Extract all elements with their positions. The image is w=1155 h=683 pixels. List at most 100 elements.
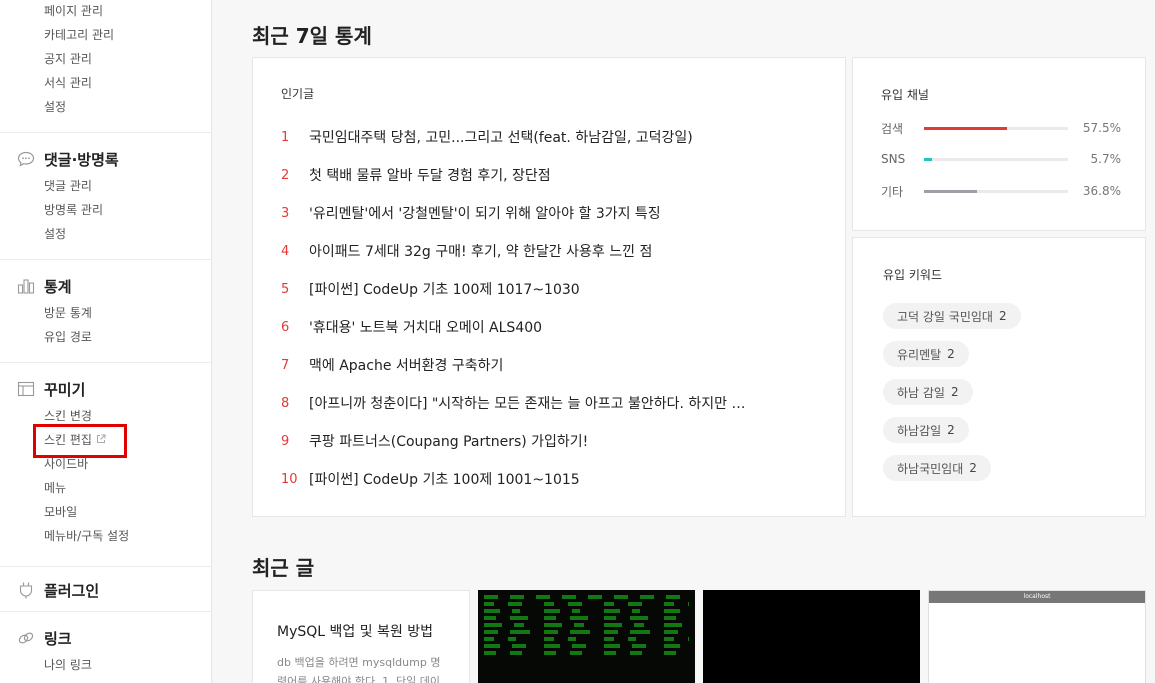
keyword-chip[interactable]: 하남국민임대 2: [883, 455, 991, 481]
popular-post-row[interactable]: 3 '유리멘탈'에서 '강철멘탈'이 되기 위해 알아야 할 3가지 특징: [281, 194, 841, 232]
popular-post-title[interactable]: [파이썬] CodeUp 기초 100제 1017~1030: [309, 279, 580, 299]
popular-post-title[interactable]: 국민임대주택 당첨, 고민...그리고 선택(feat. 하남감일, 고덕강일): [309, 127, 693, 147]
link-icon: [16, 629, 36, 647]
sidebar-link-item-1[interactable]: 나의 링크: [44, 653, 211, 677]
sidebar-content-item-2[interactable]: 카테고리 관리: [44, 23, 211, 47]
popular-post-title[interactable]: 맥에 Apache 서버환경 구축하기: [309, 355, 503, 375]
popular-post-rank: 10: [281, 471, 298, 487]
popular-post-row[interactable]: 8 [아프니까 청춘이다] "시작하는 모든 존재는 늘 아프고 불안하다. 하지…: [281, 384, 841, 422]
recent-post-thumbnail-2[interactable]: [703, 590, 920, 683]
sidebar-content-item-5[interactable]: 설정: [44, 95, 211, 119]
sidebar-decorate-item-label: 스킨 편집: [44, 433, 92, 447]
sidebar-section-link: 링크 나의 링크: [0, 612, 211, 683]
channel-row: SNS 5.7%: [881, 149, 1121, 169]
sidebar-decorate-item-3[interactable]: 사이드바: [44, 452, 211, 476]
popular-post-rank: 2: [281, 167, 290, 183]
inflow-channel-caption: 유입 채널: [881, 88, 929, 102]
popular-post-row[interactable]: 1 국민임대주택 당첨, 고민...그리고 선택(feat. 하남감일, 고덕강일…: [281, 118, 841, 156]
sidebar-stats-item-2[interactable]: 유입 경로: [44, 325, 211, 349]
recent-post-card[interactable]: MySQL 백업 및 복원 방법 db 백업을 하려면 mysqldump 명령…: [252, 590, 470, 683]
sidebar-decorate-item-label: 메뉴바/구독 설정: [44, 529, 130, 543]
popular-post-row[interactable]: 2 첫 택배 물류 알바 두달 경험 후기, 장단점: [281, 156, 841, 194]
sidebar-comments-item-label: 설정: [44, 227, 67, 241]
popular-post-title[interactable]: 첫 택배 물류 알바 두달 경험 후기, 장단점: [309, 165, 551, 185]
thumbnail-window-title: localhost: [929, 591, 1145, 603]
recent-post-title: MySQL 백업 및 복원 방법: [277, 624, 434, 640]
stats-submenu: 방문 통계유입 경로: [16, 301, 211, 349]
plugin-header[interactable]: 플러그인: [16, 578, 211, 602]
sidebar-section-plugin: 플러그인: [0, 567, 211, 612]
popular-post-rank: 3: [281, 205, 290, 221]
sidebar-comments-item-label: 방명록 관리: [44, 203, 104, 217]
sidebar-decorate-item-4[interactable]: 메뉴: [44, 476, 211, 500]
sidebar-comments-item-label: 댓글 관리: [44, 179, 92, 193]
popular-post-title[interactable]: '유리멘탈'에서 '강철멘탈'이 되기 위해 알아야 할 3가지 특징: [309, 203, 661, 223]
popular-post-row[interactable]: 4 아이패드 7세대 32g 구매! 후기, 약 한달간 사용후 느낀 점: [281, 232, 841, 270]
sidebar-comments-item-3[interactable]: 설정: [44, 222, 211, 246]
popular-post-row[interactable]: 10 [파이썬] CodeUp 기초 100제 1001~1015: [281, 460, 841, 498]
sidebar-content-item-4[interactable]: 서식 관리: [44, 71, 211, 95]
sidebar-stats-item-label: 유입 경로: [44, 330, 92, 344]
popular-post-rank: 9: [281, 433, 290, 449]
popular-post-row[interactable]: 5 [파이썬] CodeUp 기초 100제 1017~1030: [281, 270, 841, 308]
popular-post-row[interactable]: 6 '휴대용' 노트북 거치대 오메이 ALS400: [281, 308, 841, 346]
popular-post-title[interactable]: 쿠팡 파트너스(Coupang Partners) 가입하기!: [309, 431, 588, 451]
popular-post-row[interactable]: 7 맥에 Apache 서버환경 구축하기: [281, 346, 841, 384]
link-header[interactable]: 링크: [16, 626, 211, 650]
popular-post-title[interactable]: [파이썬] CodeUp 기초 100제 1001~1015: [309, 469, 580, 489]
sidebar-decorate-item-1[interactable]: 스킨 변경: [44, 404, 211, 428]
popular-post-title[interactable]: [아프니까 청춘이다] "시작하는 모든 존재는 늘 아프고 불안하다. 하지만…: [309, 393, 746, 413]
link-submenu: 나의 링크: [16, 653, 211, 677]
channel-row: 검색 57.5%: [881, 118, 1121, 138]
sidebar-decorate-item-label: 메뉴: [44, 481, 67, 495]
keyword-count: 2: [947, 347, 955, 361]
popular-post-rank: 6: [281, 319, 290, 335]
recent-post-thumbnail-3[interactable]: localhost: [928, 590, 1146, 683]
comments-submenu: 댓글 관리방명록 관리설정: [16, 174, 211, 246]
channel-label: SNS: [881, 152, 906, 166]
keyword-chip[interactable]: 하남 감일 2: [883, 379, 973, 405]
speech-bubble-icon: [16, 150, 36, 168]
terminal-screenshot-lines: [484, 595, 689, 655]
comments-header[interactable]: 댓글·방명록: [16, 147, 211, 171]
keyword-count: 2: [969, 461, 977, 475]
sidebar-content-item-1[interactable]: 페이지 관리: [44, 0, 211, 23]
sidebar-section-stats: 통계 방문 통계유입 경로: [0, 260, 211, 363]
popular-posts-caption: 인기글: [281, 87, 315, 101]
keyword-text: 고덕 강일 국민임대: [897, 309, 993, 324]
keyword-chip[interactable]: 하남감일 2: [883, 417, 969, 443]
popular-posts-list: 1 국민임대주택 당첨, 고민...그리고 선택(feat. 하남감일, 고덕강일…: [281, 118, 841, 498]
popular-post-rank: 8: [281, 395, 290, 411]
sidebar-content-item-3[interactable]: 공지 관리: [44, 47, 211, 71]
inflow-channel-card: 유입 채널 검색 57.5% SNS 5.7% 기타 36.8%: [852, 57, 1146, 231]
sidebar-stats-item-1[interactable]: 방문 통계: [44, 301, 211, 325]
sidebar-decorate-item-label: 모바일: [44, 505, 78, 519]
sidebar-decorate-item-label: 스킨 변경: [44, 409, 92, 423]
sidebar-decorate-item-5[interactable]: 모바일: [44, 500, 211, 524]
popular-post-title[interactable]: 아이패드 7세대 32g 구매! 후기, 약 한달간 사용후 느낀 점: [309, 241, 652, 261]
stats-section-title: 최근 7일 통계: [252, 24, 372, 48]
sidebar-decorate-item-6[interactable]: 메뉴바/구독 설정: [44, 524, 211, 548]
recent-post-thumbnail[interactable]: [478, 590, 695, 683]
decorate-header[interactable]: 꾸미기: [16, 377, 211, 401]
channel-bar-track: [924, 157, 1068, 161]
sidebar-section-decorate: 꾸미기 스킨 변경스킨 편집사이드바메뉴모바일메뉴바/구독 설정: [0, 363, 211, 567]
keyword-chip[interactable]: 고덕 강일 국민임대 2: [883, 303, 1021, 329]
popular-post-row[interactable]: 9 쿠팡 파트너스(Coupang Partners) 가입하기!: [281, 422, 841, 460]
decorate-title: 꾸미기: [44, 380, 86, 399]
layout-icon: [16, 380, 36, 398]
sidebar-comments-item-1[interactable]: 댓글 관리: [44, 174, 211, 198]
sidebar-comments-item-2[interactable]: 방명록 관리: [44, 198, 211, 222]
keyword-text: 하남 감일: [897, 385, 945, 400]
popular-post-title[interactable]: '휴대용' 노트북 거치대 오메이 ALS400: [309, 317, 542, 337]
keyword-chip[interactable]: 유리멘탈 2: [883, 341, 969, 367]
stats-header[interactable]: 통계: [16, 274, 211, 298]
sidebar-content-item-label: 공지 관리: [44, 52, 92, 66]
popular-posts-card: 인기글 1 국민임대주택 당첨, 고민...그리고 선택(feat. 하남감일, …: [252, 57, 846, 517]
sidebar-decorate-item-2[interactable]: 스킨 편집: [44, 428, 211, 452]
inflow-keywords-card: 유입 키워드 고덕 강일 국민임대 2 유리멘탈 2 하남 감일 2 하남감일 2 하남국민임대…: [852, 237, 1146, 517]
channel-percent: 57.5%: [1082, 121, 1121, 135]
recent-posts-title: 최근 글: [252, 556, 315, 580]
keyword-text: 하남감일: [897, 423, 942, 438]
bar-chart-icon: [16, 277, 36, 295]
